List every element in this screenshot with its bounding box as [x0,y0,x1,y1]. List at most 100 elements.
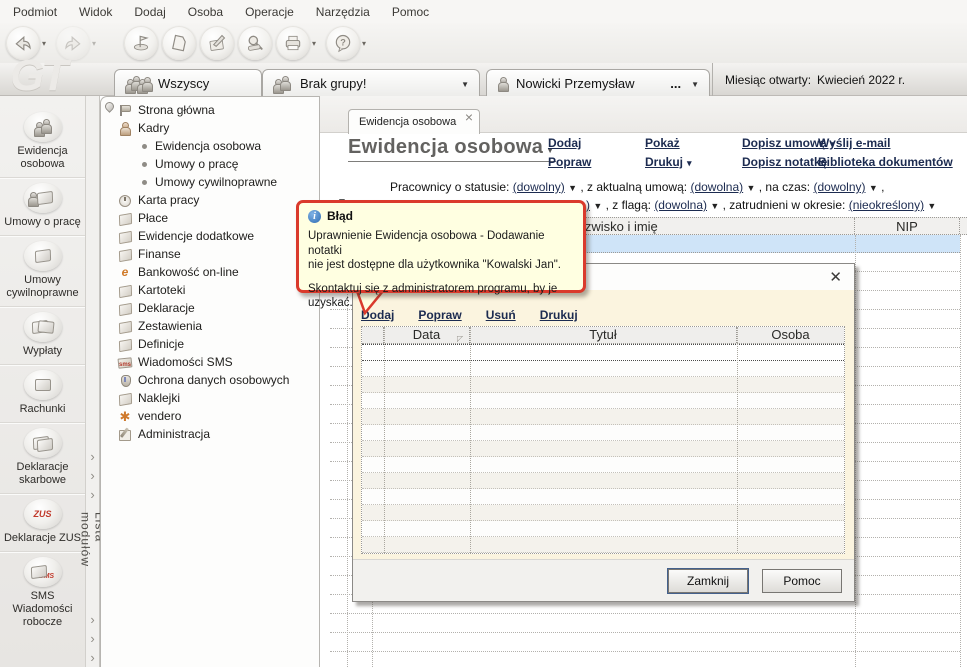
module-list-splitter[interactable]: Lista modułów [79,96,107,667]
tree-item-ewidencja-osobowa[interactable]: Ewidencja osobowa [118,137,318,155]
module-umowy-o-prace[interactable]: Umowy o pracę [0,178,85,236]
filter-okres-value[interactable]: (nieokreślony) [849,198,924,212]
tab-ewidencja-osobowa[interactable]: Ewidencja osobowa [348,109,480,134]
filter-status-value[interactable]: (dowolny) [513,180,565,194]
envelope-icon [23,370,62,400]
filter-partial-value[interactable]: ) [586,198,590,212]
help-icon[interactable]: ? [326,26,361,60]
filter-flaga-value[interactable]: (dowolna) [654,198,707,212]
module-ewidencja-osobowa[interactable]: Ewidencja osobowa [0,96,85,178]
tree-item-place[interactable]: Płace [118,209,318,227]
bullet-icon [142,143,147,149]
chevron-right-icon[interactable] [90,629,94,648]
menu-podmiot[interactable]: Podmiot [2,2,68,22]
tree-item-definicje[interactable]: Definicje [118,335,318,353]
close-icon[interactable]: ✕ [829,268,842,286]
tree-item-ochrona-danych[interactable]: Ochrona danych osobowych [118,371,318,389]
pomoc-button[interactable]: Pomoc [762,568,842,593]
tab-label: Nowicki Przemysław [516,76,635,91]
chevron-right-icon[interactable] [90,648,94,667]
menu-osoba[interactable]: Osoba [177,2,234,22]
tree-item-ewidencje-dodatkowe[interactable]: Ewidencje dodatkowe [118,227,318,245]
selector-column-header[interactable] [362,327,384,343]
module-deklaracje-skarbowe[interactable]: Deklaracje skarbowe [0,423,85,494]
data-column-header[interactable]: Data [384,327,470,343]
tytul-column-header[interactable]: Tytuł [470,327,737,343]
module-rachunki[interactable]: Rachunki [0,365,85,423]
document-icon [118,302,132,315]
module-umowy-cywilnoprawne[interactable]: Umowy cywilnoprawne [0,236,85,307]
notes-table: Data Tytuł Osoba [361,326,845,554]
chevron-down-icon[interactable]: ▼ [593,201,602,211]
module-deklaracje-zus[interactable]: ZUS Deklaracje ZUS [0,494,85,552]
close-icon[interactable] [465,112,473,125]
people-group-icon [273,75,293,94]
menu-pomoc[interactable]: Pomoc [381,2,440,22]
application-window: Podmiot Widok Dodaj Osoba Operacje Narzę… [0,0,967,667]
tree-item-zestawienia[interactable]: Zestawienia [118,317,318,335]
filter-naczas-value[interactable]: (dowolny) [813,180,865,194]
menu-narzedzia[interactable]: Narzędzia [305,2,381,22]
gt-logo: GT [10,51,68,100]
menu-operacje[interactable]: Operacje [234,2,305,22]
flag-icon[interactable] [124,26,159,60]
zamknij-button[interactable]: Zamknij [668,568,748,593]
tree-item-wiadomosci-sms[interactable]: Wiadomości SMS [118,353,318,371]
nip-column-header[interactable]: NIP [855,218,960,234]
print-icon[interactable] [276,26,311,60]
chevron-down-icon[interactable]: ▼ [747,183,756,193]
tree-item-umowy-cywilnoprawne[interactable]: Umowy cywilnoprawne [118,173,318,191]
tree-item-administracja[interactable]: Administracja [118,425,318,443]
menu-widok[interactable]: Widok [68,2,123,22]
tree-item-finanse[interactable]: Finanse [118,245,318,263]
tree-item-umowy-o-prace[interactable]: Umowy o pracę [118,155,318,173]
help-dropdown-icon[interactable]: ▾ [362,39,366,48]
chevron-down-icon[interactable] [691,79,699,89]
tree-item-naklejki[interactable]: Naklejki [118,389,318,407]
tab-person-selector[interactable]: Nowicki Przemysław ... [486,69,710,97]
tree-item-kartoteki[interactable]: Kartoteki [118,281,318,299]
chevron-down-icon[interactable]: ▼ [927,201,936,211]
new-document-icon[interactable] [162,26,197,60]
chevron-down-icon[interactable]: ▼ [869,183,878,193]
page-title-menu[interactable]: Ewidencja osobowa [348,136,557,162]
drukuj-link[interactable]: Drukuj [645,155,692,169]
edit-icon[interactable] [200,26,235,60]
flag-icon [118,104,132,117]
wyslij-email-link[interactable]: Wyślij e-mail [818,136,953,150]
chevron-right-icon[interactable] [90,485,94,504]
tree-item-karta-pracy[interactable]: Karta pracy [118,191,318,209]
pin-icon[interactable] [103,100,116,113]
osoba-column-header[interactable]: Osoba [737,327,844,343]
popraw-link[interactable]: Popraw [548,155,591,169]
tab-all-employees[interactable]: Wszyscy [114,69,262,97]
nav-forward-dropdown-icon[interactable]: ▾ [92,39,96,48]
selected-note-row[interactable] [362,344,844,361]
biblioteka-dokumentow-link[interactable]: Biblioteka dokumentów [818,155,953,169]
nav-back-dropdown-icon[interactable]: ▾ [42,39,46,48]
pokaz-link[interactable]: Pokaż [645,136,692,150]
filter-umowa-value[interactable]: (dowolna) [690,180,743,194]
chevron-down-icon[interactable]: ▼ [568,183,577,193]
tab-group-selector[interactable]: Brak grupy! [262,69,480,97]
chevron-right-icon[interactable] [90,610,94,629]
month-value: Kwiecień 2022 r. [817,72,906,87]
ellipsis-button[interactable]: ... [670,76,681,91]
tree-item-deklaracje[interactable]: Deklaracje [118,299,318,317]
print-dropdown-icon[interactable]: ▾ [312,39,316,48]
tree-item-strona-glowna[interactable]: Strona główna [118,101,318,119]
tree-item-vendero[interactable]: vendero [118,407,318,425]
dodaj-link[interactable]: Dodaj [548,136,591,150]
search-icon[interactable] [238,26,273,60]
chevron-down-icon[interactable]: ▼ [710,201,719,211]
chevron-down-icon[interactable] [461,79,469,89]
menu-dodaj[interactable]: Dodaj [123,2,176,22]
chevron-right-icon[interactable] [90,447,94,466]
module-sms-wiadomosci[interactable]: SMS SMS Wiadomości robocze [0,552,85,635]
tree-item-kadry[interactable]: Kadry [118,119,318,137]
action-column-4: Wyślij e-mail Biblioteka dokumentów [818,136,953,169]
navigation-tree-panel: Strona główna Kadry Ewidencja osobowa Um… [100,96,320,667]
tree-item-bankowosc-online[interactable]: Bankowość on-line [118,263,318,281]
module-wyplaty[interactable]: Wypłaty [0,307,85,365]
chevron-right-icon[interactable] [90,466,94,485]
